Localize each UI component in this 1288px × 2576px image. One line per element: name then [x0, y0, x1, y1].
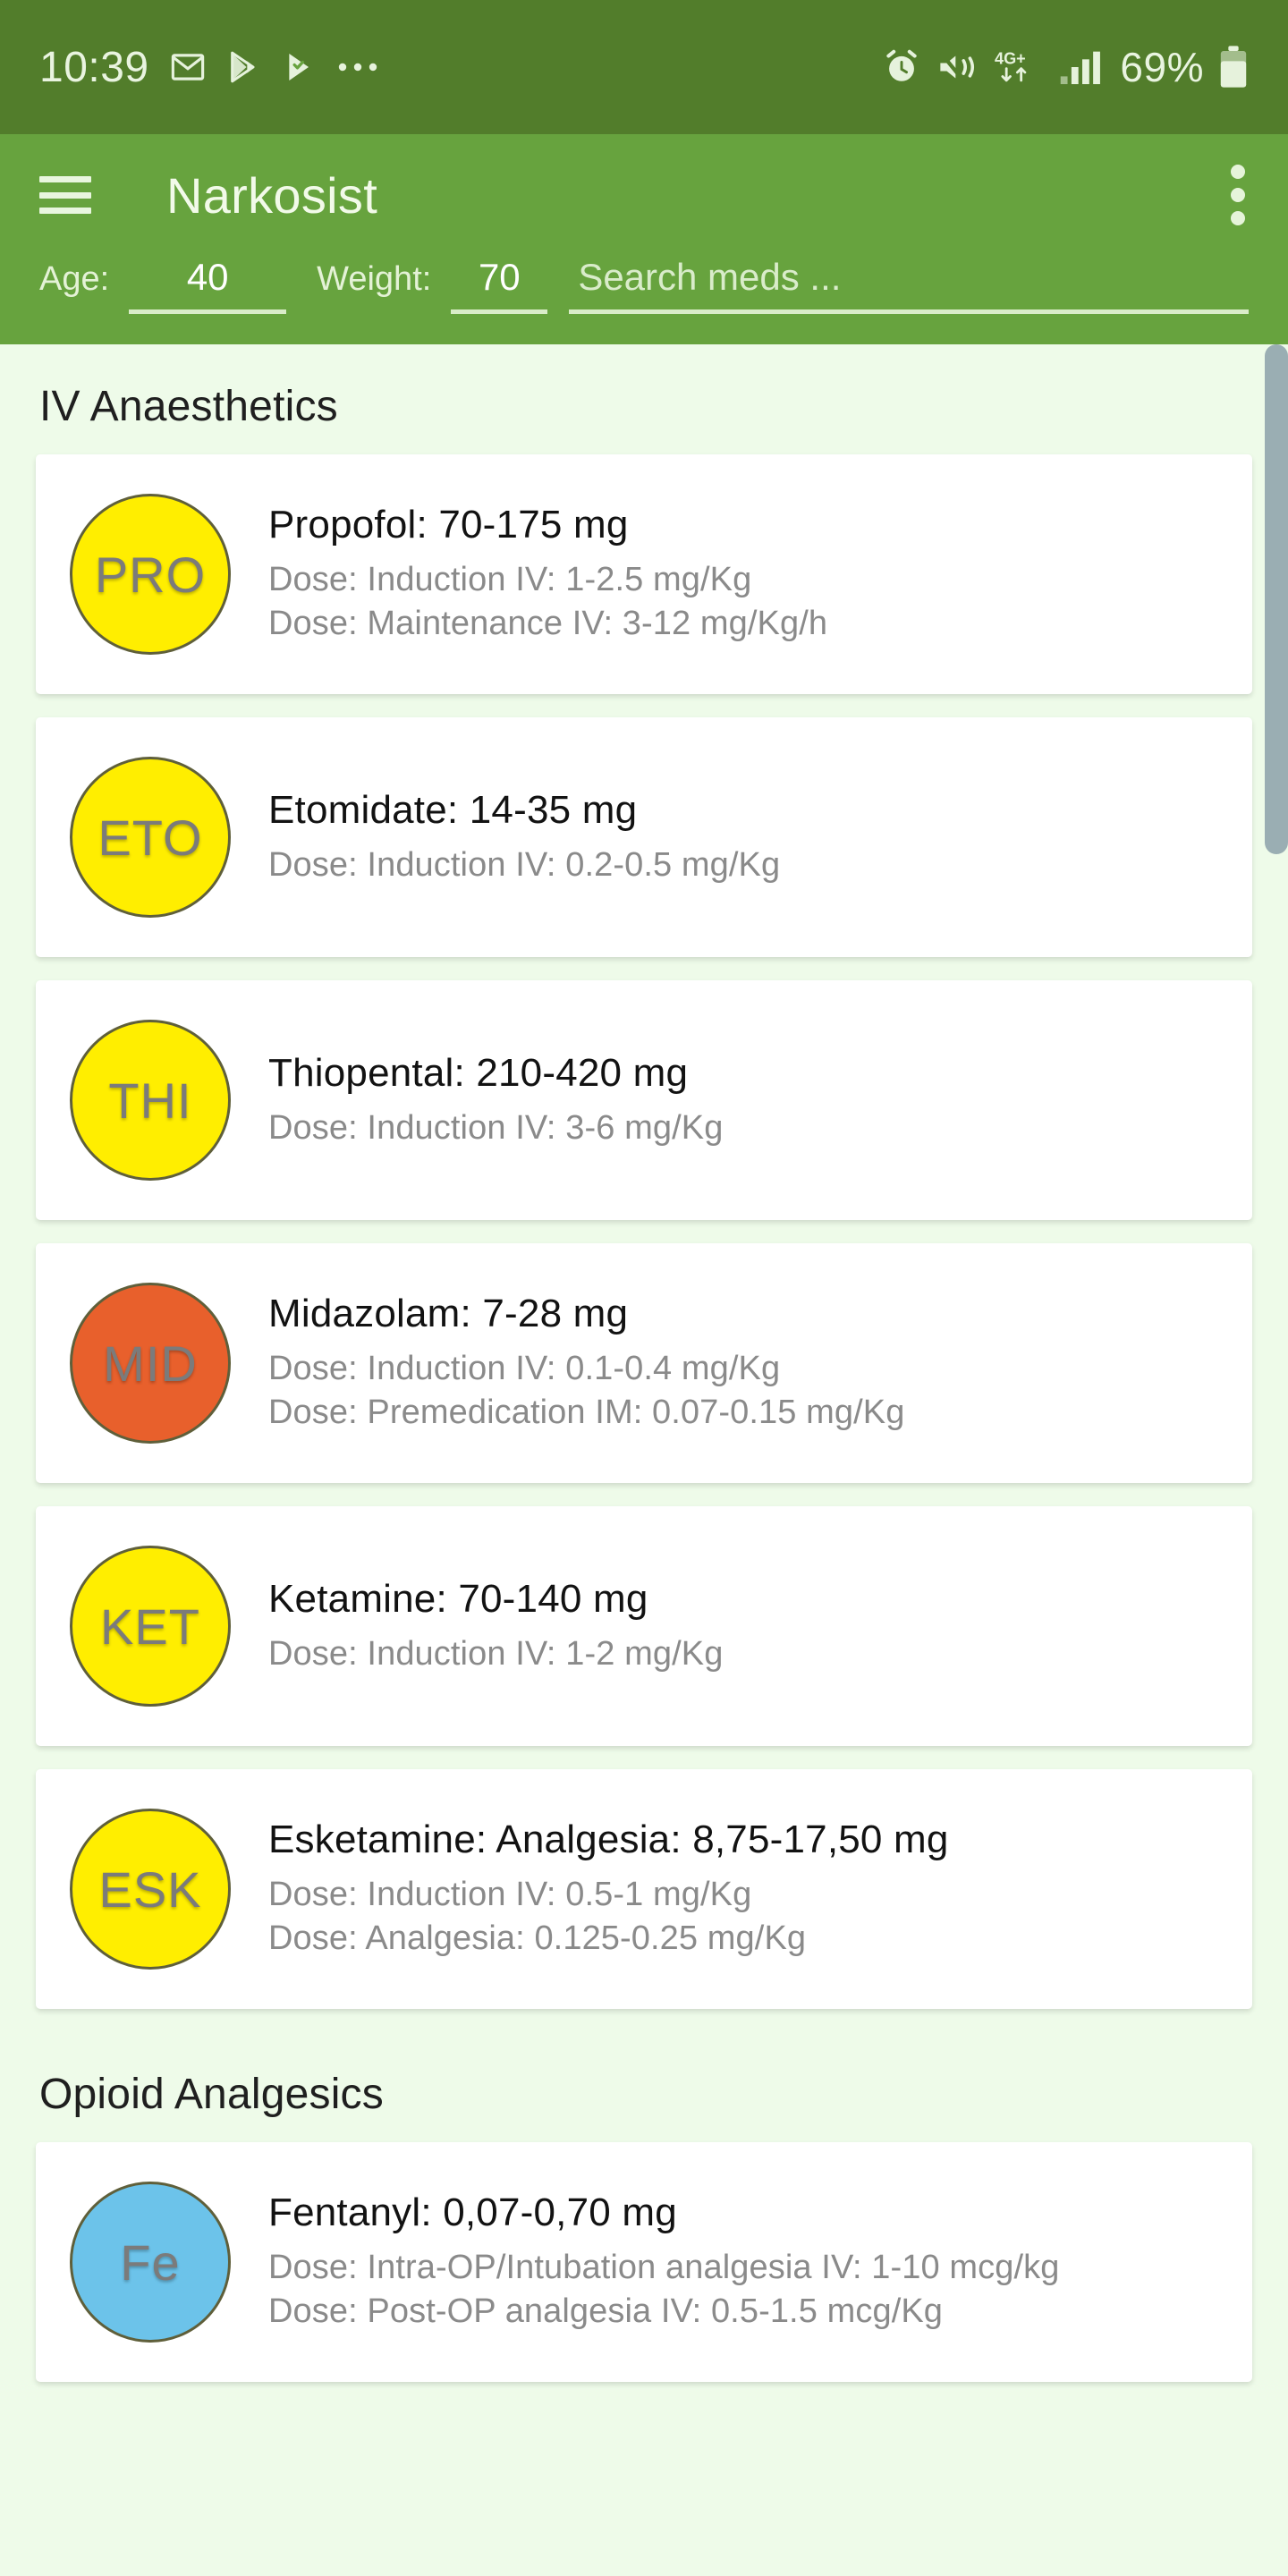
age-label: Age: [39, 260, 110, 298]
section-title: IV Anaesthetics [39, 383, 338, 430]
med-title: Ketamine: 70-140 mg [268, 1576, 648, 1621]
med-card-body: Midazolam: 7-28 mg Dose: Induction IV: 0.… [268, 1292, 1225, 1434]
play-protect-icon [282, 48, 318, 86]
weight-input[interactable]: 70 [451, 256, 548, 314]
med-dose-line: Dose: Induction IV: 1-2.5 mg/Kg [268, 561, 752, 599]
signal-bars-icon [1059, 47, 1106, 87]
overflow-menu-icon[interactable] [1227, 157, 1249, 233]
more-notifications-icon [337, 59, 378, 75]
med-title: Thiopental: 210-420 mg [268, 1050, 689, 1095]
med-list-scroll-area[interactable]: IV Anaesthetics PRO Propofol: 70-175 mg Dos… [0, 344, 1288, 2446]
med-card[interactable]: PRO Propofol: 70-175 mg Dose: Induction IV… [36, 454, 1252, 694]
med-title: Propofol: 70-175 mg [268, 503, 629, 547]
med-dose-line: Dose: Premedication IM: 0.07-0.15 mg/Kg [268, 1394, 905, 1431]
med-title: Etomidate: 14-35 mg [268, 787, 638, 832]
med-dose-line: Dose: Induction IV: 3-6 mg/Kg [268, 1108, 724, 1147]
med-badge: MID [70, 1283, 231, 1444]
network-4gplus-icon: 4G+ [995, 47, 1045, 88]
med-dose-line: Dose: Post-OP analgesia IV: 0.5-1.5 mcg/… [268, 2292, 944, 2330]
weight-label: Weight: [317, 260, 432, 298]
med-dose-line: Dose: Induction IV: 0.5-1 mg/Kg [268, 1876, 752, 1914]
app-bar: Narkosist Age: 40 Weight: 70 Search meds… [0, 134, 1288, 344]
hamburger-icon[interactable] [39, 176, 91, 214]
patient-params-row: Age: 40 Weight: 70 Search meds ... [0, 256, 1288, 314]
search-input[interactable]: Search meds ... [569, 256, 1249, 314]
battery-icon [1218, 45, 1249, 89]
med-card[interactable]: MID Midazolam: 7-28 mg Dose: Induction IV:… [36, 1243, 1252, 1483]
page-title: Narkosist [166, 166, 378, 224]
age-field-group: Age: 40 [39, 256, 287, 314]
med-card[interactable]: THI Thiopental: 210-420 mg Dose: Induction… [36, 980, 1252, 1220]
med-card-body: Thiopental: 210-420 mg Dose: Induction IV… [268, 1051, 1225, 1150]
med-card[interactable]: KET Ketamine: 70-140 mg Dose: Induction IV… [36, 1506, 1252, 1746]
status-bar: 10:39 4G+ 69% [0, 0, 1288, 134]
med-badge: KET [70, 1546, 231, 1707]
scrollbar-thumb[interactable] [1265, 344, 1288, 854]
med-card-body: Etomidate: 14-35 mg Dose: Induction IV: 0… [268, 788, 1225, 887]
med-card[interactable]: ESK Esketamine: Analgesia: 8,75-17,50 mg D… [36, 1769, 1252, 2009]
med-card[interactable]: Fe Fentanyl: 0,07-0,70 mg Dose: Intra-OP/I… [36, 2142, 1252, 2382]
status-bar-clock: 10:39 [39, 43, 149, 91]
med-badge: PRO [70, 494, 231, 655]
med-dose-line: Dose: Maintenance IV: 3-12 mg/Kg/h [268, 605, 828, 642]
med-card[interactable]: ETO Etomidate: 14-35 mg Dose: Induction IV… [36, 717, 1252, 957]
med-badge: Fe [70, 2182, 231, 2343]
med-card-body: Esketamine: Analgesia: 8,75-17,50 mg Dose… [268, 1818, 1225, 1960]
med-badge: ESK [70, 1809, 231, 1970]
med-dose-line: Dose: Induction IV: 1-2 mg/Kg [268, 1634, 724, 1673]
med-card-body: Propofol: 70-175 mg Dose: Induction IV: 1… [268, 503, 1225, 645]
battery-percent-label: 69% [1120, 44, 1204, 90]
med-title: Fentanyl: 0,07-0,70 mg [268, 2190, 677, 2235]
section-title: Opioid Analgesics [39, 2071, 384, 2118]
med-title: Esketamine: Analgesia: 8,75-17,50 mg [268, 1818, 949, 1862]
status-bar-left: 10:39 [39, 43, 378, 92]
gmail-icon [169, 48, 207, 86]
vibrate-mute-icon [936, 47, 980, 87]
med-card-body: Fentanyl: 0,07-0,70 mg Dose: Intra-OP/Int… [268, 2190, 1225, 2333]
med-dose-line: Dose: Induction IV: 0.2-0.5 mg/Kg [268, 845, 781, 884]
med-badge: ETO [70, 757, 231, 918]
weight-field-group: Weight: 70 [317, 256, 548, 314]
sections-container: IV Anaesthetics PRO Propofol: 70-175 mg Dos… [0, 344, 1288, 2382]
svg-text:4G+: 4G+ [995, 50, 1026, 68]
alarm-icon [882, 47, 921, 87]
med-dose-line: Dose: Intra-OP/Intubation analgesia IV: … [268, 2249, 1060, 2287]
app-bar-top-row: Narkosist [0, 134, 1288, 256]
med-title: Midazolam: 7-28 mg [268, 1292, 629, 1336]
scrollbar[interactable] [1265, 344, 1288, 2446]
age-input[interactable]: 40 [129, 256, 287, 314]
med-badge: THI [70, 1020, 231, 1181]
play-store-icon [226, 48, 262, 86]
med-dose-line: Dose: Analgesia: 0.125-0.25 mg/Kg [268, 1919, 807, 1957]
med-card-body: Ketamine: 70-140 mg Dose: Induction IV: 1… [268, 1577, 1225, 1676]
status-bar-right: 4G+ 69% [882, 43, 1249, 91]
med-dose-line: Dose: Induction IV: 0.1-0.4 mg/Kg [268, 1350, 781, 1388]
